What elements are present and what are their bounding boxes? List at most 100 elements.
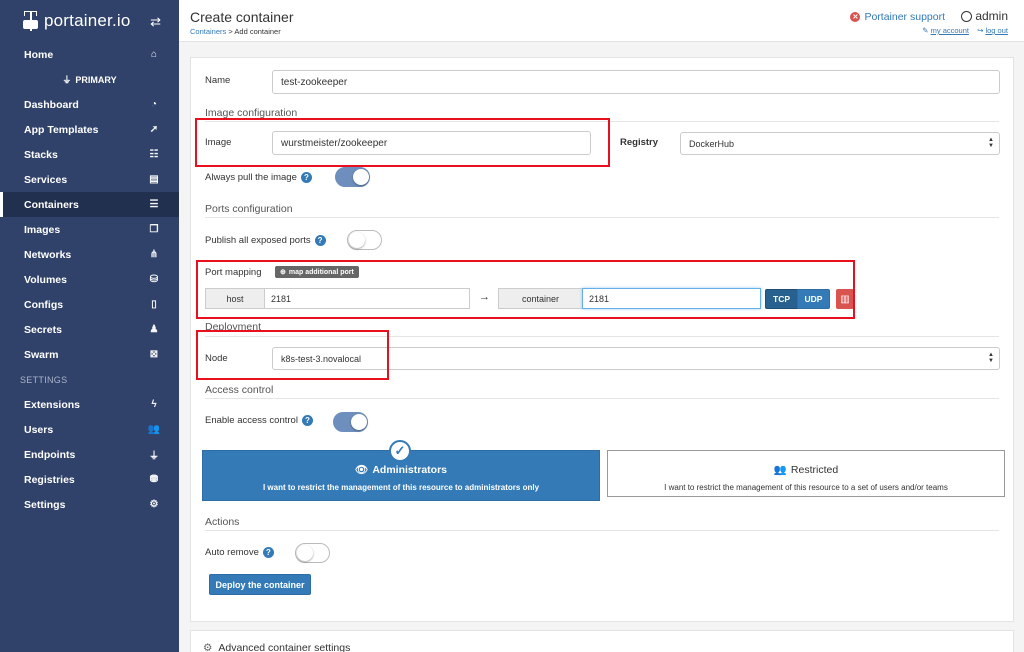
user-secret-icon: ♟ bbox=[149, 324, 159, 335]
users-icon: 👥 bbox=[773, 464, 787, 476]
sidebar-item-label: Endpoints bbox=[24, 448, 76, 461]
rocket-icon: ➚ bbox=[149, 124, 159, 135]
deploy-container-button[interactable]: Deploy the container bbox=[209, 574, 311, 595]
sidebar-item-label: Containers bbox=[24, 198, 79, 211]
create-container-form: Name test-zookeeper Image configuration … bbox=[190, 57, 1014, 622]
publish-all-label: Publish all exposed ports? bbox=[205, 235, 326, 246]
logo-text: portainer.io bbox=[44, 11, 131, 30]
help-icon[interactable]: ? bbox=[262, 547, 274, 558]
sidebar-item-swarm[interactable]: Swarm ⊠ bbox=[0, 342, 179, 367]
sidebar-item-stacks[interactable]: Stacks ☷ bbox=[0, 142, 179, 167]
portainer-logo-icon bbox=[22, 10, 40, 32]
sidebar-item-label: Stacks bbox=[24, 148, 58, 161]
user-menu: admin bbox=[961, 9, 1008, 23]
sidebar-item-app-templates[interactable]: App Templates ➚ bbox=[0, 117, 179, 142]
highlight-box-node bbox=[196, 330, 389, 380]
my-account-link[interactable]: my account bbox=[931, 26, 969, 35]
username: admin bbox=[975, 9, 1008, 23]
admin-title-text: Administrators bbox=[372, 464, 448, 476]
divider bbox=[205, 217, 999, 218]
enable-access-toggle[interactable] bbox=[333, 412, 368, 432]
sidebar-item-home[interactable]: Home ⌂ bbox=[0, 42, 179, 67]
auto-remove-toggle[interactable] bbox=[295, 543, 330, 563]
exchange-icon[interactable]: ⇄ bbox=[150, 14, 161, 30]
help-icon[interactable]: ? bbox=[300, 172, 312, 183]
sitemap-icon: ⋔ bbox=[149, 249, 159, 260]
top-bar: Create container Containers > Add contai… bbox=[179, 0, 1024, 42]
tachometer-icon: ◔ bbox=[150, 99, 158, 110]
always-pull-label: Always pull the image? bbox=[205, 172, 312, 183]
divider bbox=[205, 398, 999, 399]
admin-description: I want to restrict the management of thi… bbox=[262, 483, 540, 492]
bolt-icon: ϟ bbox=[151, 399, 157, 410]
object-group-icon: ⊠ bbox=[149, 349, 159, 360]
help-icon[interactable]: ? bbox=[301, 415, 313, 426]
breadcrumb-link-containers[interactable]: Containers bbox=[190, 27, 226, 36]
sidebar-item-extensions[interactable]: Extensions ϟ bbox=[0, 392, 179, 417]
name-input[interactable]: test-zookeeper bbox=[272, 70, 1000, 94]
environment-name: PRIMARY bbox=[75, 74, 117, 85]
registry-value: DockerHub bbox=[689, 138, 735, 149]
sidebar-item-services[interactable]: Services ▤ bbox=[0, 167, 179, 192]
sidebar-item-users[interactable]: Users 👥 bbox=[0, 417, 179, 442]
th-list-icon: ☷ bbox=[149, 149, 159, 160]
sidebar-item-dashboard[interactable]: Dashboard ◔ bbox=[0, 92, 179, 117]
sidebar-item-secrets[interactable]: Secrets ♟ bbox=[0, 317, 179, 342]
divider bbox=[205, 530, 999, 531]
sidebar-item-label: Configs bbox=[24, 298, 64, 311]
sidebar-item-networks[interactable]: Networks ⋔ bbox=[0, 242, 179, 267]
registry-label: Registry bbox=[620, 137, 659, 148]
support-label: Portainer support bbox=[864, 11, 945, 23]
sidebar-item-containers[interactable]: Containers ☰ bbox=[0, 192, 179, 217]
highlight-box-image bbox=[195, 118, 610, 167]
sidebar-item-label: App Templates bbox=[24, 123, 99, 136]
sidebar-item-label: Registries bbox=[24, 473, 75, 486]
select-arrows-icon: ▲ ▼ bbox=[988, 352, 994, 364]
page-title: Create container bbox=[190, 9, 294, 25]
sidebar-item-label: Users bbox=[24, 423, 54, 436]
log-out-link[interactable]: log out bbox=[985, 26, 1008, 35]
sidebar-item-configs[interactable]: Configs ▯ bbox=[0, 292, 179, 317]
restricted-option[interactable]: 👥 Restricted I want to restrict the manag… bbox=[607, 450, 1005, 497]
advanced-settings-toggle[interactable]: ⚙ Advanced container settings bbox=[190, 630, 1014, 652]
advanced-label: Advanced container settings bbox=[218, 642, 351, 652]
sidebar-item-label: Services bbox=[24, 173, 68, 186]
sidebar: portainer.io ⇄ Home ⌂ ⏚ PRIMARY Dashboar… bbox=[0, 0, 179, 652]
admin-title: 👁 Administrators bbox=[203, 463, 599, 476]
sidebar-item-label: Extensions bbox=[24, 398, 81, 411]
sidebar-item-label: Volumes bbox=[24, 273, 67, 286]
sidebar-item-label: Networks bbox=[24, 248, 72, 261]
sidebar-item-label: Images bbox=[24, 223, 61, 236]
ports-section-title: Ports configuration bbox=[205, 203, 293, 215]
sidebar-item-settings[interactable]: Settings ⚙ bbox=[0, 492, 179, 517]
wrench-icon: ✎ bbox=[922, 26, 929, 35]
sidebar-environment: ⏚ PRIMARY bbox=[0, 67, 179, 92]
breadcrumb-current: > Add container bbox=[226, 27, 281, 36]
restricted-title: 👥 Restricted bbox=[608, 463, 1004, 476]
cogs-icon: ⚙ bbox=[149, 499, 159, 510]
support-icon: ✕ bbox=[850, 12, 861, 22]
sidebar-settings-menu: Extensions ϟ Users 👥 Endpoints ⏚ Registries ⛃ Se… bbox=[0, 392, 179, 517]
enable-access-text: Enable access control bbox=[205, 415, 298, 427]
select-arrows-icon: ▲ ▼ bbox=[988, 137, 994, 149]
actions-section-title: Actions bbox=[205, 516, 240, 528]
sidebar-item-registries[interactable]: Registries ⛃ bbox=[0, 467, 179, 492]
help-icon[interactable]: ? bbox=[314, 235, 326, 246]
sidebar-item-label: Swarm bbox=[24, 348, 59, 361]
sidebar-item-label: Settings bbox=[24, 498, 66, 511]
registry-select[interactable]: DockerHub ▲ ▼ bbox=[680, 132, 1000, 155]
support-link[interactable]: ✕ Portainer support bbox=[850, 11, 945, 23]
plug-icon: ⏚ bbox=[62, 75, 72, 85]
access-section-title: Access control bbox=[205, 384, 274, 396]
publish-all-toggle[interactable] bbox=[347, 230, 382, 250]
restricted-title-text: Restricted bbox=[790, 464, 839, 476]
sidebar-item-label: Home bbox=[24, 48, 54, 61]
file-code-icon: ▯ bbox=[151, 299, 157, 310]
sidebar-item-endpoints[interactable]: Endpoints ⏚ bbox=[0, 442, 179, 467]
settings-heading: SETTINGS bbox=[20, 374, 68, 385]
user-links: ✎ my account ↪ log out bbox=[916, 26, 1008, 35]
server-icon: ☰ bbox=[149, 199, 159, 210]
always-pull-toggle[interactable] bbox=[335, 167, 370, 187]
sidebar-item-images[interactable]: Images ❐ bbox=[0, 217, 179, 242]
sidebar-item-volumes[interactable]: Volumes ⛁ bbox=[0, 267, 179, 292]
